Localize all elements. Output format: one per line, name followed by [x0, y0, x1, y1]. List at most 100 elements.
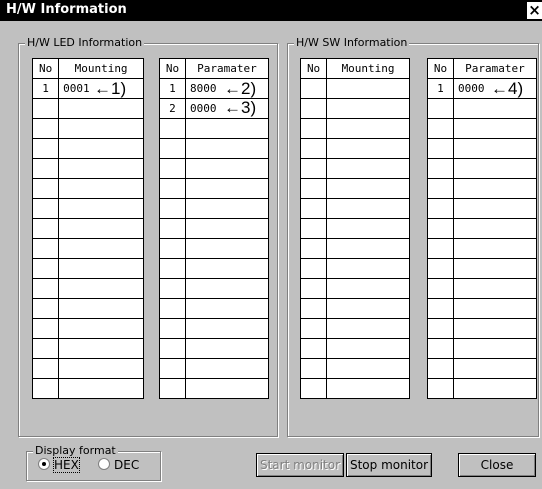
hw-sw-information-label: H/W SW Information	[294, 36, 410, 49]
table-row[interactable]	[31, 278, 144, 299]
led-mounting-table[interactable]: No Mounting 1 0001	[31, 58, 144, 399]
table-row[interactable]	[427, 218, 538, 239]
sw-parameter-table[interactable]: No Paramater 1 0000	[427, 58, 538, 399]
value-cell	[58, 258, 144, 279]
table-row[interactable]	[427, 378, 538, 399]
table-row[interactable]	[159, 178, 270, 199]
table-row[interactable]	[159, 198, 270, 219]
table-row[interactable]	[31, 138, 144, 159]
row-number-cell	[159, 138, 186, 159]
table-row[interactable]	[427, 98, 538, 119]
table-row[interactable]	[31, 318, 144, 339]
row-number-cell	[427, 358, 454, 379]
value-cell	[184, 298, 270, 319]
close-icon[interactable]: ×	[527, 2, 542, 19]
table-row[interactable]	[31, 338, 144, 359]
table-row[interactable]	[31, 118, 144, 139]
column-header: Mounting	[58, 58, 144, 79]
row-number-cell	[427, 278, 454, 299]
table-row[interactable]	[159, 318, 270, 339]
value-cell	[184, 218, 270, 239]
table-row[interactable]: 1 0001	[31, 78, 144, 99]
title-bar[interactable]: H/W Information ×	[0, 0, 542, 21]
table-row[interactable]	[299, 138, 410, 159]
value-cell	[184, 178, 270, 199]
row-number-cell	[299, 78, 328, 99]
table-row[interactable]	[299, 158, 410, 179]
table-row[interactable]	[299, 238, 410, 259]
table-row[interactable]	[299, 298, 410, 319]
table-row[interactable]	[427, 318, 538, 339]
table-row[interactable]	[31, 238, 144, 259]
table-row[interactable]	[159, 358, 270, 379]
row-number-cell	[299, 338, 328, 359]
table-row[interactable]	[159, 158, 270, 179]
value-cell	[326, 218, 410, 239]
start-monitor-button[interactable]: Start monitor	[256, 453, 344, 477]
table-row[interactable]	[31, 158, 144, 179]
row-number-cell	[299, 298, 328, 319]
annotation-4: ←4)	[491, 79, 524, 98]
table-row[interactable]	[427, 338, 538, 359]
table-row[interactable]	[159, 138, 270, 159]
table-row[interactable]	[427, 138, 538, 159]
table-row[interactable]	[31, 198, 144, 219]
close-button[interactable]: Close	[458, 453, 536, 477]
table-row[interactable]	[299, 358, 410, 379]
table-row[interactable]	[299, 78, 410, 99]
hex-radio[interactable]: HEX	[38, 457, 80, 473]
sw-mounting-table[interactable]: No Mounting	[299, 58, 410, 399]
table-row[interactable]	[299, 258, 410, 279]
stop-monitor-button[interactable]: Stop monitor	[346, 453, 432, 477]
table-row[interactable]	[299, 98, 410, 119]
value-cell	[452, 358, 538, 379]
table-row[interactable]	[159, 298, 270, 319]
table-row[interactable]	[159, 338, 270, 359]
value-cell	[184, 238, 270, 259]
table-row[interactable]	[427, 118, 538, 139]
table-row[interactable]	[427, 158, 538, 179]
hex-radio-circle[interactable]	[38, 458, 50, 470]
table-row[interactable]	[299, 198, 410, 219]
table-row[interactable]	[299, 118, 410, 139]
table-row[interactable]	[31, 298, 144, 319]
value-cell	[58, 158, 144, 179]
table-row[interactable]	[159, 258, 270, 279]
table-row[interactable]	[427, 178, 538, 199]
table-row[interactable]	[427, 298, 538, 319]
table-row[interactable]	[427, 278, 538, 299]
value-cell	[452, 278, 538, 299]
table-row[interactable]	[299, 218, 410, 239]
value-cell	[326, 298, 410, 319]
table-row[interactable]	[427, 238, 538, 259]
row-number-cell	[31, 358, 60, 379]
table-row[interactable]	[299, 378, 410, 399]
row-number-cell	[299, 238, 328, 259]
dec-radio[interactable]: DEC	[98, 458, 139, 472]
table-row[interactable]	[299, 278, 410, 299]
dec-radio-circle[interactable]	[98, 458, 110, 470]
table-row[interactable]	[427, 198, 538, 219]
row-number-cell	[427, 298, 454, 319]
table-row[interactable]	[159, 378, 270, 399]
row-number-cell	[427, 178, 454, 199]
table-row[interactable]	[31, 258, 144, 279]
table-row[interactable]	[159, 238, 270, 259]
table-row[interactable]	[299, 318, 410, 339]
table-row[interactable]	[299, 338, 410, 359]
table-row[interactable]	[159, 218, 270, 239]
value-cell	[326, 238, 410, 259]
table-row[interactable]	[427, 358, 538, 379]
table-row[interactable]	[31, 378, 144, 399]
value-cell	[452, 178, 538, 199]
table-row[interactable]	[299, 178, 410, 199]
table-row[interactable]	[31, 178, 144, 199]
value-cell	[58, 218, 144, 239]
table-row[interactable]	[31, 218, 144, 239]
table-row[interactable]	[427, 258, 538, 279]
table-row[interactable]	[31, 98, 144, 119]
table-row[interactable]	[31, 358, 144, 379]
row-number-cell	[31, 318, 60, 339]
table-row[interactable]	[159, 278, 270, 299]
table-row[interactable]	[159, 118, 270, 139]
